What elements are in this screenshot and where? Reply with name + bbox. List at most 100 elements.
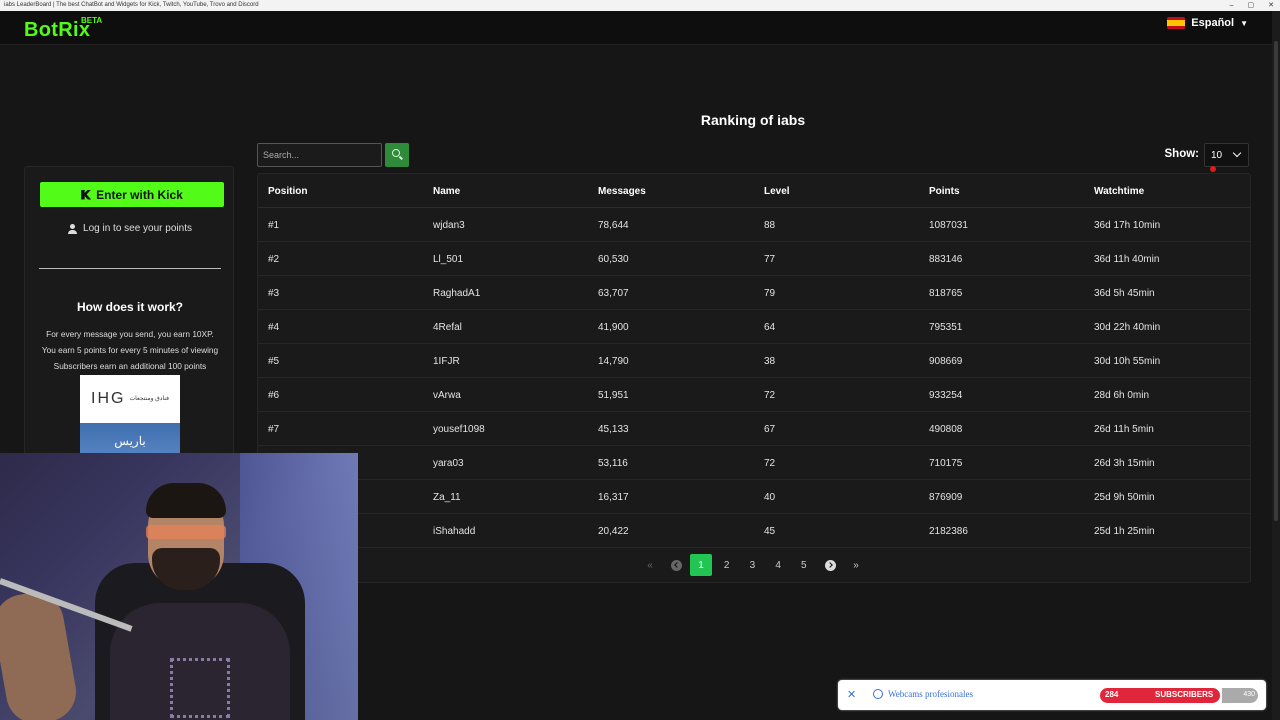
ad-brand: IHG: [91, 390, 126, 407]
table-cell: #4: [268, 322, 280, 333]
prev-page-icon[interactable]: [665, 554, 687, 576]
table-cell: Za_11: [433, 492, 461, 503]
window-controls: – ▢ ✕: [1230, 0, 1274, 11]
table-cell: #1: [268, 220, 280, 231]
kick-logo-icon: [81, 189, 92, 200]
table-cell: 818765: [929, 288, 963, 299]
table-cell: 1087031: [929, 220, 968, 231]
column-header[interactable]: Level: [764, 186, 790, 197]
table-cell: 25d 1h 25min: [1094, 526, 1155, 537]
table-cell: 45,133: [598, 424, 629, 435]
table-cell: 883146: [929, 254, 963, 265]
table-cell: 28d 6h 0min: [1094, 390, 1150, 401]
close-window-icon[interactable]: ✕: [1268, 0, 1274, 11]
table-cell: 72: [764, 390, 776, 401]
table-cell: 20,422: [598, 526, 629, 537]
sidebar-ad[interactable]: IHG فنادق ومنتجعات باريس: [80, 375, 180, 461]
window-title: iabs LeaderBoard | The best ChatBot and …: [4, 2, 259, 8]
page-button[interactable]: 1: [690, 554, 712, 576]
table-cell: 78,644: [598, 220, 629, 231]
table-cell: 490808: [929, 424, 963, 435]
window-titlebar: iabs LeaderBoard | The best ChatBot and …: [0, 0, 1280, 11]
table-cell: #2: [268, 254, 280, 265]
maximize-icon[interactable]: ▢: [1248, 0, 1255, 11]
search-icon: [392, 149, 400, 157]
table-row: Za_11 16,317 40 876909 25d 9h 50min: [258, 480, 1250, 514]
webcam-glasses: [146, 525, 226, 539]
table-row: #4 4Refal 41,900 64 795351 30d 22h 40min: [258, 310, 1250, 344]
cursor-dot: [1210, 166, 1216, 172]
table-cell: 79: [764, 288, 776, 299]
table-cell: #6: [268, 390, 280, 401]
show-count-value: 10: [1211, 150, 1223, 161]
page-title: Ranking of iabs: [700, 112, 806, 128]
table-cell: 30d 22h 40min: [1094, 322, 1161, 333]
last-page-icon[interactable]: »: [845, 554, 867, 576]
table-cell: 77: [764, 254, 776, 265]
sidebar-divider: [39, 268, 221, 269]
chevron-right-icon: [824, 559, 836, 571]
bottom-ad-banner[interactable]: ✕ Webcams profesionales 284 SUBSCRIBERS …: [838, 680, 1266, 710]
table-cell: 876909: [929, 492, 963, 503]
language-selector[interactable]: Español ▼: [1167, 17, 1248, 29]
next-page-icon[interactable]: [819, 554, 841, 576]
table-cell: yara03: [433, 458, 464, 469]
page-button[interactable]: 2: [716, 554, 738, 576]
login-link[interactable]: Log in to see your points: [25, 223, 235, 234]
show-count-select[interactable]: 10: [1204, 143, 1249, 167]
table-cell: #3: [268, 288, 280, 299]
kick-button-label: Enter with Kick: [96, 187, 183, 202]
search-button[interactable]: [385, 143, 409, 167]
table-cell: 36d 17h 10min: [1094, 220, 1161, 231]
table-cell: #5: [268, 356, 280, 367]
spain-flag-icon: [1167, 17, 1186, 29]
table-cell: 53,116: [598, 458, 628, 469]
column-header[interactable]: Position: [268, 186, 307, 197]
column-header[interactable]: Messages: [598, 186, 646, 197]
how-line: Subscribers earn an additional 100 point…: [53, 361, 207, 371]
bottom-ad-text[interactable]: Webcams profesionales: [888, 689, 973, 699]
column-header[interactable]: Name: [433, 186, 460, 197]
table-cell: 25d 9h 50min: [1094, 492, 1155, 503]
table-cell: 30d 10h 55min: [1094, 356, 1161, 367]
subscriber-count: 284: [1105, 690, 1119, 699]
chevron-left-icon: [670, 559, 682, 571]
table-row: iShahadd 20,422 45 2182386 25d 1h 25min: [258, 514, 1250, 548]
table-cell: yousef1098: [433, 424, 485, 435]
table-cell: 72: [764, 458, 776, 469]
table-cell: 41,900: [598, 322, 629, 333]
column-header[interactable]: Watchtime: [1094, 186, 1144, 197]
table-cell: 38: [764, 356, 776, 367]
table-cell: Ll_501: [433, 254, 464, 265]
first-page-icon[interactable]: «: [639, 554, 661, 576]
table-cell: iShahadd: [433, 526, 476, 537]
subscriber-label: SUBSCRIBERS: [1155, 690, 1214, 699]
table-cell: 45: [764, 526, 776, 537]
how-it-works-title: How does it work?: [76, 300, 183, 314]
table-cell: 795351: [929, 322, 963, 333]
language-label: Español: [1191, 17, 1235, 29]
how-line: You earn 5 points for every 5 minutes of…: [41, 345, 219, 355]
table-row: #3 RaghadA1 63,707 79 818765 36d 5h 45min: [258, 276, 1250, 310]
column-header[interactable]: Points: [929, 186, 960, 197]
subscriber-goal: 430: [1222, 688, 1258, 703]
beta-badge: BETA: [81, 16, 103, 25]
page-button[interactable]: 4: [767, 554, 789, 576]
table-cell: 2182386: [929, 526, 968, 537]
table-row: #1 wjdan3 78,644 88 1087031 36d 17h 10min: [258, 208, 1250, 242]
table-row: #2 Ll_501 60,530 77 883146 36d 11h 40min: [258, 242, 1250, 276]
top-navbar: BotRix BETA Español ▼: [0, 11, 1272, 45]
ad-subtitle: فنادق ومنتجعات: [129, 395, 169, 402]
table-cell: 26d 3h 15min: [1094, 458, 1155, 469]
show-label: Show:: [1164, 148, 1200, 160]
page-button[interactable]: 3: [741, 554, 763, 576]
close-icon[interactable]: ✕: [847, 688, 856, 701]
table-cell: 908669: [929, 356, 963, 367]
minimize-icon[interactable]: –: [1230, 0, 1234, 11]
search-input[interactable]: [257, 143, 382, 167]
enter-with-kick-button[interactable]: Enter with Kick: [40, 182, 224, 207]
table-cell: wjdan3: [433, 220, 465, 231]
page-button[interactable]: 5: [793, 554, 815, 576]
ad-info-icon[interactable]: [873, 689, 883, 699]
webcam-person-hair: [146, 483, 226, 518]
